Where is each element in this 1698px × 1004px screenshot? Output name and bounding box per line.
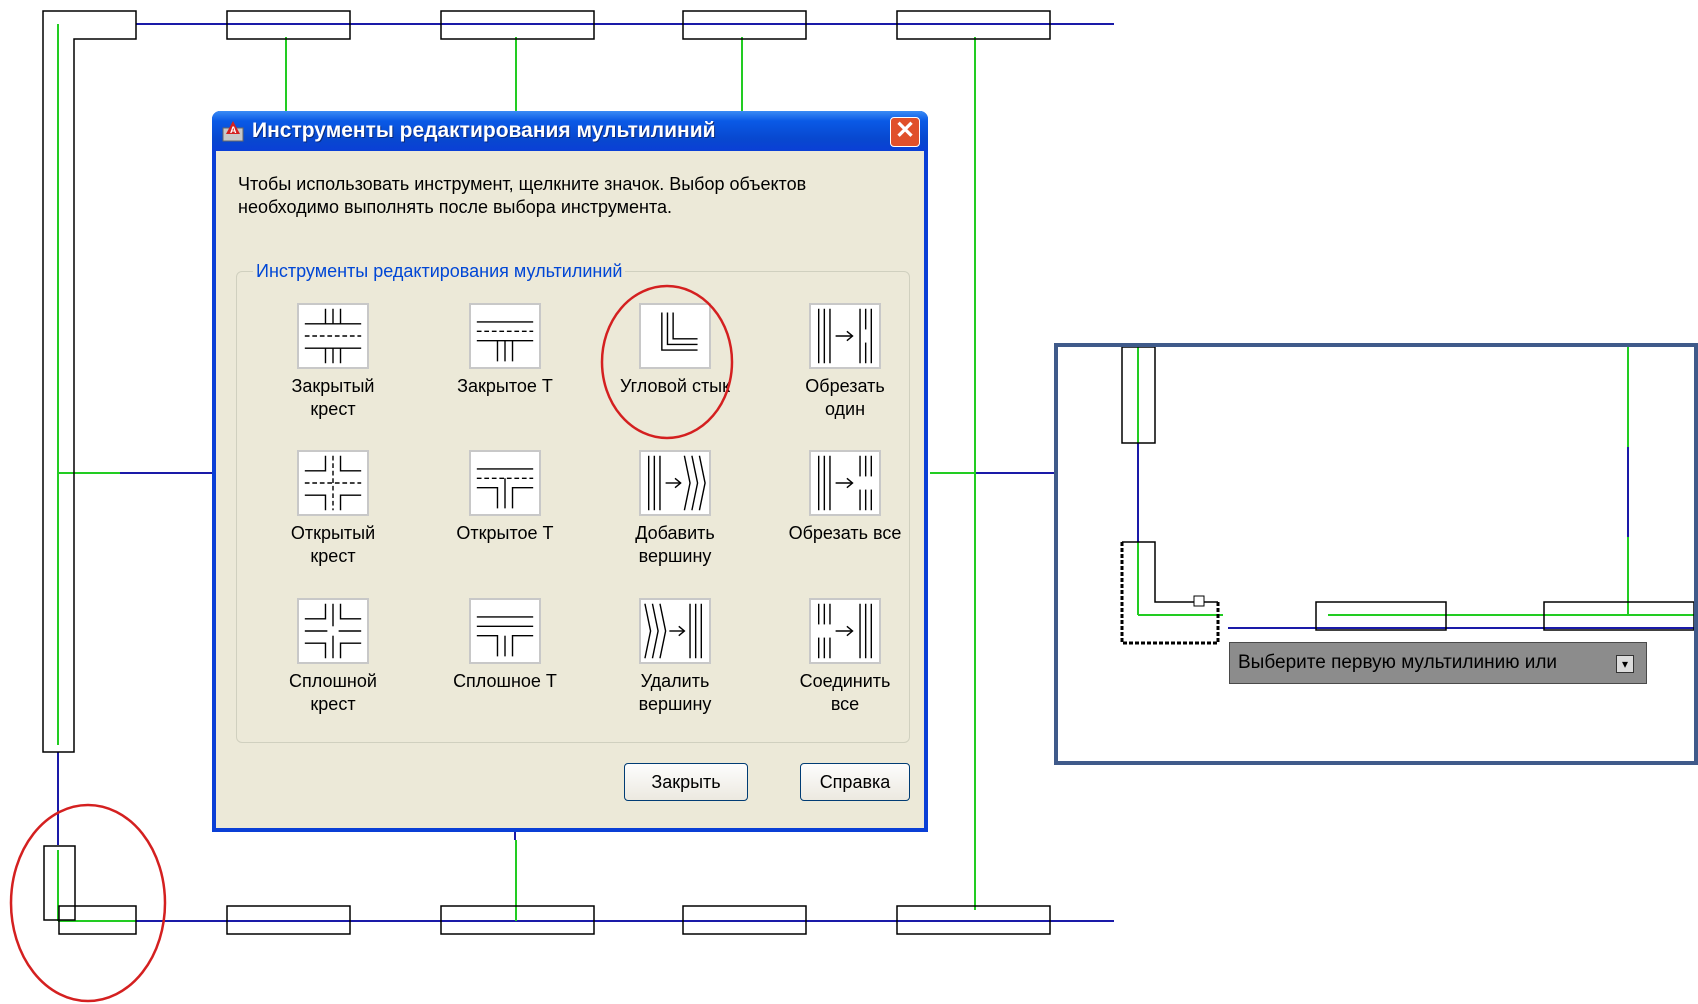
tools-group-label: Инструменты редактирования мультилиний [253, 261, 626, 282]
add-vertex-icon [639, 450, 711, 516]
corner-tool-highlight-circle [600, 284, 734, 440]
tool-open-cross[interactable]: Открытый крест [263, 450, 403, 568]
tool-merged-cross[interactable]: Сплошной крест [263, 598, 403, 716]
dialog-title: Инструменты редактирования мультилиний [252, 119, 716, 142]
tool-closed-tee[interactable]: Закрытое Т [435, 303, 575, 398]
tool-weld-all[interactable]: Соединить все [775, 598, 915, 716]
close-icon[interactable]: ✕ [890, 117, 920, 147]
tool-cut-all[interactable]: Обрезать все [775, 450, 915, 545]
merged-tee-icon [469, 598, 541, 664]
tool-label: Сплошной крест [289, 671, 377, 714]
tool-closed-cross[interactable]: Закрытый крест [263, 303, 403, 421]
delete-vertex-icon [639, 598, 711, 664]
svg-text:A: A [230, 125, 237, 135]
tooltip-text: Выберите первую мультилинию или [1238, 652, 1558, 673]
tool-merged-tee[interactable]: Сплошное Т [435, 598, 575, 693]
weld-all-icon [809, 598, 881, 664]
open-tee-icon [469, 450, 541, 516]
help-button[interactable]: Справка [800, 763, 910, 801]
tool-cut-single[interactable]: Обрезать один [775, 303, 915, 421]
instruction-text: Чтобы использовать инструмент, щелкните … [238, 174, 807, 217]
tool-delete-vertex[interactable]: Удалить вершину [605, 598, 745, 716]
tool-label: Добавить вершину [635, 523, 715, 566]
closed-tee-icon [469, 303, 541, 369]
cut-single-icon [809, 303, 881, 369]
open-cross-icon [297, 450, 369, 516]
tool-label: Обрезать один [805, 376, 885, 419]
tools-groupbox: Инструменты редактирования мультилиний З… [236, 261, 910, 743]
close-button[interactable]: Закрыть [624, 763, 748, 801]
autocad-app-icon: A [222, 121, 244, 142]
multiline-edit-tools-dialog: A Инструменты редактирования мультилиний… [212, 111, 928, 832]
command-prompt-tooltip: Выберите первую мультилинию или ▾ [1229, 642, 1647, 684]
merged-cross-icon [297, 598, 369, 664]
tool-open-tee[interactable]: Открытое Т [435, 450, 575, 545]
tool-label: Открытый крест [290, 523, 376, 566]
tool-label: Открытое Т [456, 523, 554, 543]
inset-zoom-view: Выберите первую мультилинию или ▾ [1054, 343, 1698, 765]
tool-label: Сплошное Т [453, 671, 557, 691]
inset-drawing [1120, 347, 1694, 645]
tool-label: Закрытое Т [457, 376, 553, 396]
tool-add-vertex[interactable]: Добавить вершину [605, 450, 745, 568]
tool-label: Соединить все [799, 671, 891, 714]
closed-cross-icon [297, 303, 369, 369]
tool-label: Закрытый крест [291, 376, 375, 419]
tool-label: Удалить вершину [638, 671, 712, 714]
tool-label: Обрезать все [788, 523, 902, 543]
cut-all-icon [809, 450, 881, 516]
dropdown-arrow-icon[interactable]: ▾ [1616, 655, 1634, 673]
corner-highlight-circle [9, 803, 167, 1003]
dialog-titlebar[interactable]: A Инструменты редактирования мультилиний… [212, 111, 928, 151]
